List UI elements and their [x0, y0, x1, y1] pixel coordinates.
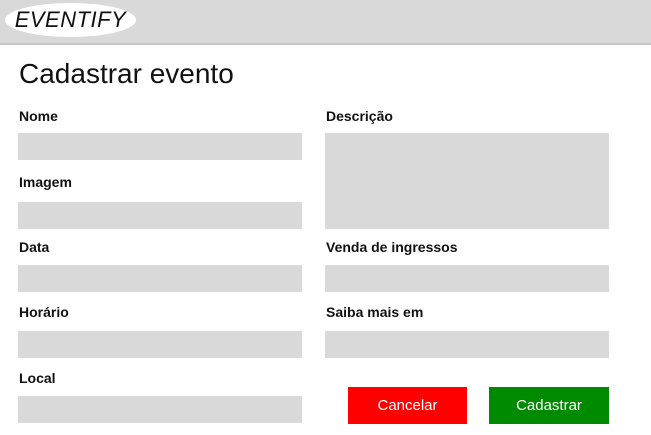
imagem-input[interactable] [18, 202, 302, 229]
eventify-logo[interactable]: EVENTIFY [5, 3, 136, 37]
top-bar: EVENTIFY [0, 0, 651, 45]
data-label: Data [19, 239, 50, 255]
venda-ingressos-input[interactable] [325, 265, 609, 292]
saiba-mais-input[interactable] [325, 331, 609, 358]
horario-label: Horário [19, 304, 69, 320]
local-input[interactable] [18, 396, 302, 423]
descricao-label: Descrição [326, 108, 393, 124]
nome-input[interactable] [18, 133, 302, 160]
imagem-label: Imagem [19, 174, 72, 190]
nome-label: Nome [19, 108, 58, 124]
page-title: Cadastrar evento [19, 58, 234, 89]
saiba-mais-label: Saiba mais em [326, 304, 424, 320]
local-label: Local [19, 370, 56, 386]
descricao-textarea[interactable] [325, 133, 609, 229]
logo-text: EVENTIFY [14, 7, 127, 32]
submit-button[interactable]: Cadastrar [489, 387, 609, 424]
data-input[interactable] [18, 265, 302, 292]
cancel-button[interactable]: Cancelar [348, 387, 467, 424]
venda-ingressos-label: Venda de ingressos [326, 239, 458, 255]
horario-input[interactable] [18, 331, 302, 358]
